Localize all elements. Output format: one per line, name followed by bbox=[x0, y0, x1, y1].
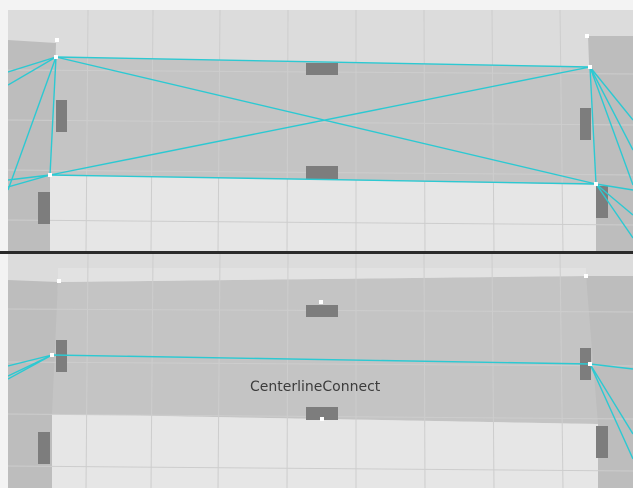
block bbox=[306, 166, 338, 179]
marker[interactable] bbox=[57, 279, 61, 283]
block bbox=[596, 426, 608, 458]
marker[interactable] bbox=[594, 182, 598, 186]
block bbox=[596, 186, 608, 218]
block bbox=[580, 108, 591, 140]
marker[interactable] bbox=[319, 300, 323, 304]
marker[interactable] bbox=[588, 362, 592, 366]
lower-area bbox=[52, 414, 598, 488]
marker[interactable] bbox=[585, 34, 589, 38]
block bbox=[38, 432, 50, 464]
scene-canvas-bottom[interactable] bbox=[8, 254, 633, 488]
marker[interactable] bbox=[50, 353, 54, 357]
marker[interactable] bbox=[320, 417, 324, 421]
block bbox=[306, 305, 338, 317]
lower-area bbox=[50, 175, 596, 251]
viewport-bottom[interactable]: CenterlineConnect bbox=[8, 254, 633, 488]
marker[interactable] bbox=[55, 38, 59, 42]
marker[interactable] bbox=[584, 274, 588, 278]
marker[interactable] bbox=[588, 65, 592, 69]
marker[interactable] bbox=[48, 173, 52, 177]
left-road bbox=[8, 280, 58, 488]
marker[interactable] bbox=[54, 55, 58, 59]
block bbox=[38, 192, 50, 224]
block bbox=[56, 100, 67, 132]
block bbox=[56, 340, 67, 372]
road-section bbox=[52, 276, 598, 424]
viewport-label-bottom: CenterlineConnect bbox=[250, 379, 381, 395]
viewport-top[interactable] bbox=[8, 10, 633, 251]
scene-canvas-top[interactable] bbox=[8, 10, 633, 251]
block bbox=[306, 63, 338, 75]
